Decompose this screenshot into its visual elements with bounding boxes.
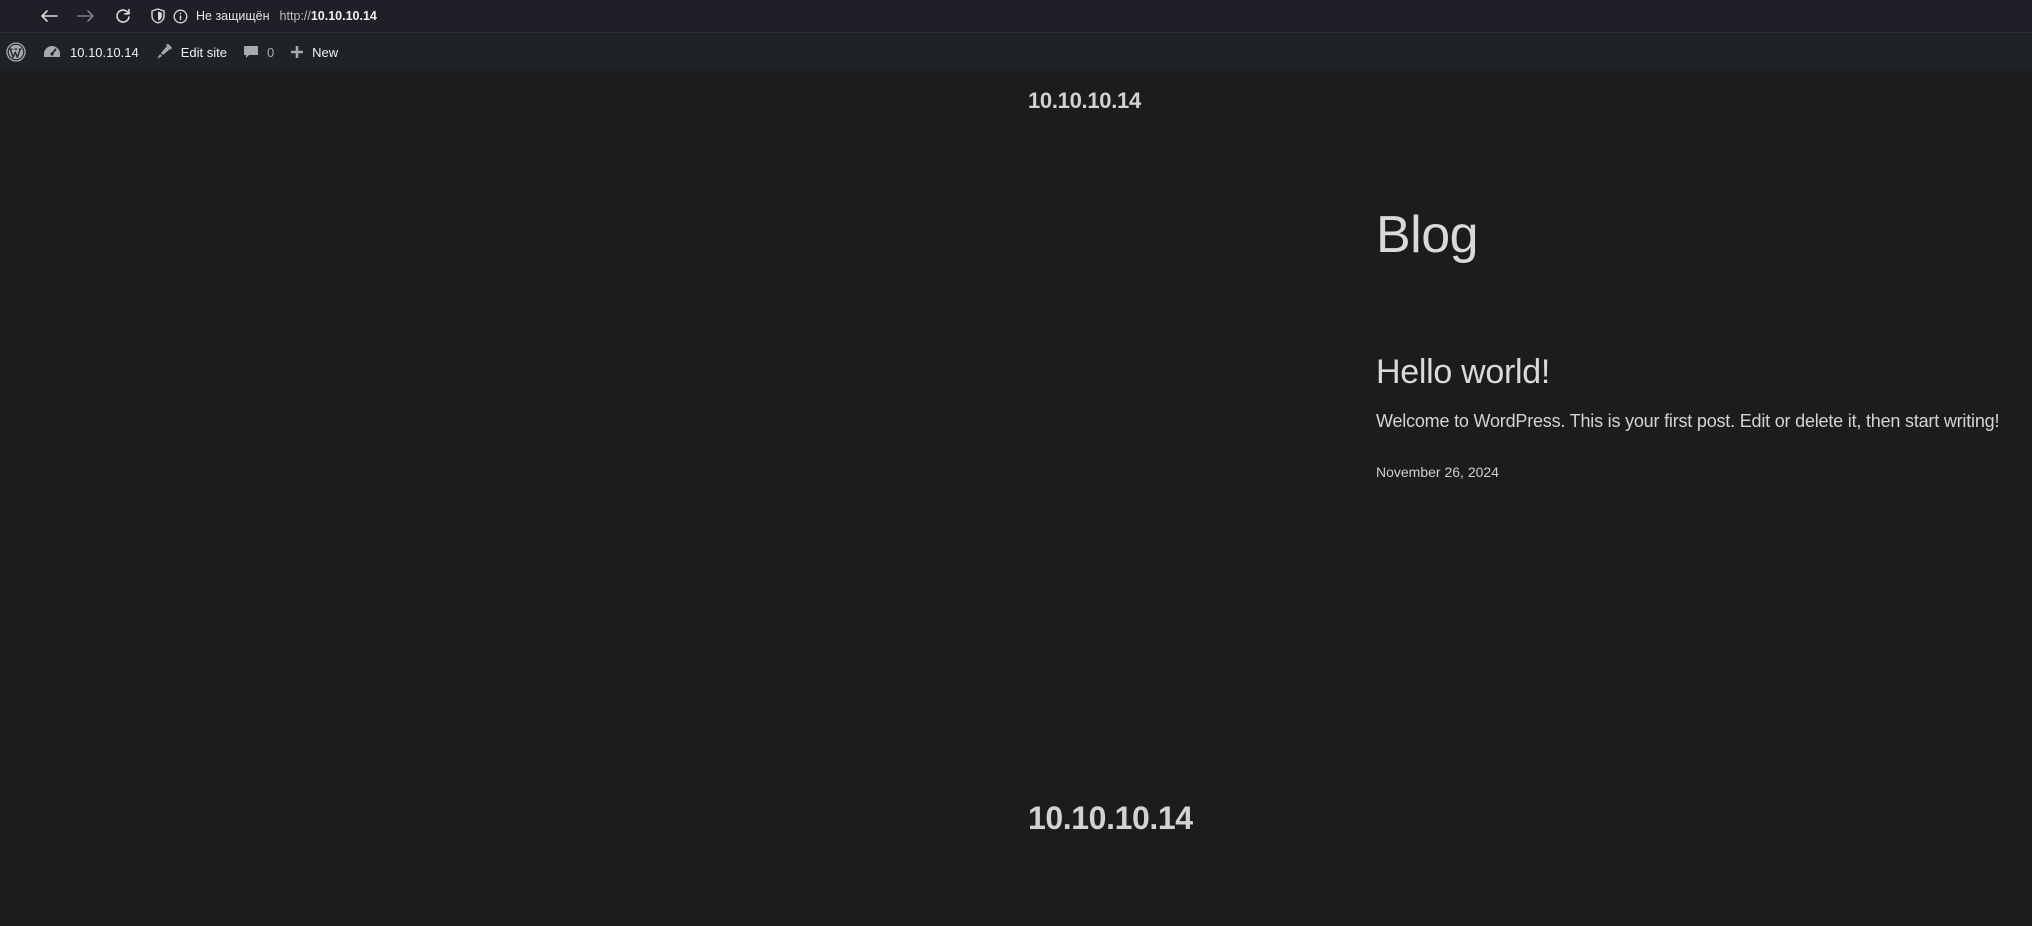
site-name-label: 10.10.10.14 xyxy=(70,44,139,60)
site-name-menu[interactable]: 10.10.10.14 xyxy=(34,33,147,71)
forward-button[interactable] xyxy=(72,2,100,30)
reload-button[interactable] xyxy=(109,2,137,30)
shield-icon xyxy=(151,8,165,24)
footer-site-title-link[interactable]: 10.10.10.14 xyxy=(1028,800,1193,837)
site-info-button[interactable] xyxy=(173,9,188,24)
post-title-link[interactable]: Hello world! xyxy=(1376,353,2026,392)
edit-site-label: Edit site xyxy=(180,44,227,60)
comments-count: 0 xyxy=(266,44,275,60)
edit-site-link[interactable]: Edit site xyxy=(147,33,235,71)
security-status-label: Не защищён xyxy=(196,9,270,23)
new-label: New xyxy=(312,44,339,60)
reload-icon xyxy=(116,8,130,23)
wp-logo-menu[interactable] xyxy=(0,33,34,71)
post-date[interactable]: November 26, 2024 xyxy=(1376,464,2026,480)
comment-icon xyxy=(243,46,258,58)
info-icon xyxy=(173,9,188,23)
brush-icon xyxy=(156,43,172,59)
post-item: Hello world! Welcome to WordPress. This … xyxy=(1376,353,2026,480)
plus-icon xyxy=(291,46,304,58)
main-content: Blog Hello world! Welcome to WordPress. … xyxy=(1376,205,2026,480)
back-arrow-icon xyxy=(41,10,58,22)
forward-arrow-icon xyxy=(77,10,94,22)
post-excerpt: Welcome to WordPress. This is your first… xyxy=(1376,411,2000,431)
wordpress-logo-icon xyxy=(6,42,26,62)
new-content-menu[interactable]: New xyxy=(282,33,346,71)
wp-admin-bar: 10.10.10.14 Edit site 0 New xyxy=(0,33,2032,71)
dashboard-icon xyxy=(44,46,60,57)
url-host: 10.10.10.14 xyxy=(310,9,377,23)
tracking-protection-button[interactable] xyxy=(151,8,165,24)
comments-link[interactable]: 0 xyxy=(235,33,282,71)
site-title-link[interactable]: 10.10.10.14 xyxy=(1028,88,1141,114)
page-title: Blog xyxy=(1376,206,1479,264)
url-protocol: http:// xyxy=(279,9,311,23)
address-bar[interactable]: Не защищён http://10.10.10.14 xyxy=(151,0,377,32)
back-button[interactable] xyxy=(35,2,63,30)
url-text[interactable]: http://10.10.10.14 xyxy=(280,9,377,23)
browser-toolbar: Не защищён http://10.10.10.14 xyxy=(0,0,2032,33)
